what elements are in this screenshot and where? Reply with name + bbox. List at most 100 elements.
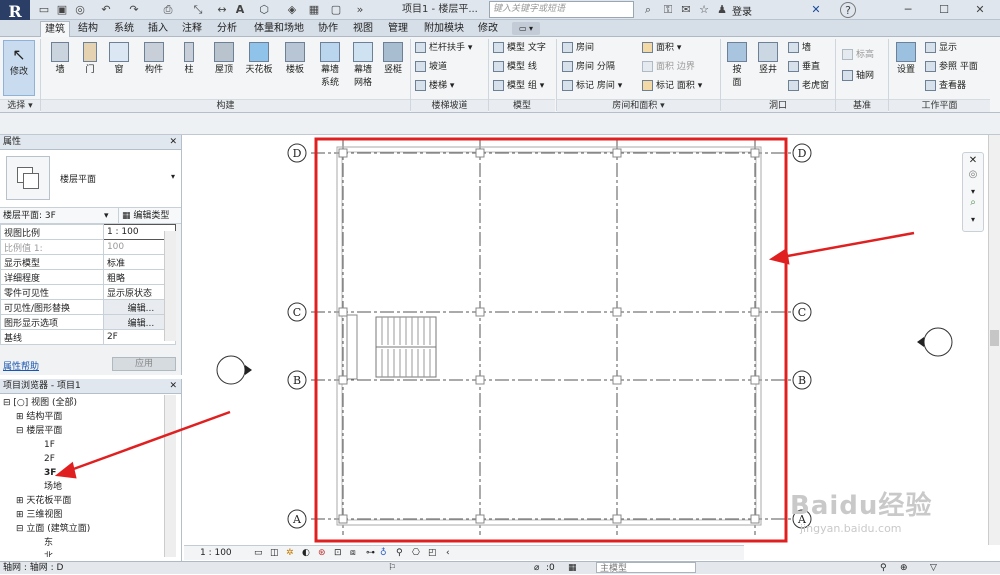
column[interactable] [750, 148, 760, 158]
temp-hide-icon[interactable]: ♁ [380, 546, 387, 560]
instance-filter[interactable]: 楼层平面: 3F ▾ ▦ 编辑类型 [0, 208, 181, 224]
tab-annotate[interactable]: 注释 [182, 21, 202, 37]
unlock-3d-icon[interactable]: ⊶ [366, 546, 375, 560]
properties-scrollbar[interactable] [164, 231, 176, 341]
zoom-dropdown-icon[interactable]: ▾ [963, 215, 983, 225]
elevation-marker-east[interactable] [917, 327, 953, 357]
tab-overflow-toggle[interactable]: ▭ ▾ [512, 22, 540, 35]
stair[interactable] [375, 316, 437, 378]
save-icon[interactable]: ▣ [54, 2, 70, 18]
exchange-icon[interactable]: ✉ [678, 2, 694, 18]
thin-lines-icon[interactable]: ▦ [306, 2, 322, 18]
stair-button[interactable]: 楼梯 ▾ [415, 77, 454, 95]
wall-opening-button[interactable]: 墙 [788, 39, 811, 57]
column[interactable] [750, 307, 760, 317]
vertical-opening-button[interactable]: 垂直 [788, 58, 820, 76]
set-workplane-button[interactable]: 设置 [893, 42, 919, 75]
column[interactable] [612, 514, 622, 524]
column[interactable] [612, 307, 622, 317]
model-line-button[interactable]: 模型 线 [493, 58, 537, 76]
wall-segment[interactable] [346, 314, 358, 380]
ref-plane-button[interactable]: 参照 平面 [925, 58, 978, 76]
detail-level-icon[interactable]: ▭ [254, 546, 263, 560]
dimension-icon[interactable]: ↔ [214, 2, 230, 18]
column[interactable] [475, 514, 485, 524]
tab-analyze[interactable]: 分析 [217, 21, 237, 37]
wheel-dropdown-icon[interactable]: ▾ [963, 187, 983, 197]
by-face-button[interactable]: 按 面 [724, 42, 750, 88]
binoculars-icon[interactable]: ⌕ [640, 2, 656, 18]
crop-region-icon[interactable]: ⧈ [350, 546, 356, 560]
tab-addins[interactable]: 附加模块 [424, 21, 464, 37]
reveal-hidden-icon[interactable]: ⚲ [396, 546, 403, 560]
apply-button[interactable]: 应用 [112, 357, 176, 371]
show-rendering-icon[interactable]: ⊛ [318, 546, 326, 560]
tree-item-3d-views[interactable]: ⊞ 三维视图 [0, 508, 181, 522]
nav-close-icon[interactable]: ✕ [963, 153, 983, 169]
tree-item-site[interactable]: 场地 [0, 480, 181, 494]
steering-wheel-icon[interactable]: ◎ [963, 169, 983, 187]
open-icon[interactable]: ▭ [36, 2, 52, 18]
shadows-icon[interactable]: ◐ [302, 546, 310, 560]
maximize-button[interactable]: ☐ [936, 2, 952, 18]
show-workplane-button[interactable]: 显示 [925, 39, 957, 57]
grid-button[interactable]: 轴网 [842, 67, 874, 85]
qat-more-icon[interactable]: » [352, 2, 368, 18]
wall-button[interactable]: 墙 [46, 42, 74, 75]
railing-button[interactable]: 栏杆扶手 ▾ [415, 39, 472, 57]
zoom-region-icon[interactable]: ⌕ [963, 197, 983, 215]
search-input[interactable]: 键入关键字或短语 [489, 1, 634, 18]
properties-help-link[interactable]: 属性帮助 [3, 359, 39, 372]
column[interactable] [750, 375, 760, 385]
sync-icon[interactable]: ◎ [72, 2, 88, 18]
column[interactable] [475, 375, 485, 385]
canvas-vertical-scrollbar[interactable] [988, 135, 1000, 545]
star-icon[interactable]: ☆ [696, 2, 712, 18]
window-button[interactable]: 窗 [106, 42, 132, 75]
roof-button[interactable]: 屋顶 [210, 42, 238, 75]
component-button[interactable]: 构件 [140, 42, 168, 75]
area-boundary-button[interactable]: 面积 边界 [642, 58, 695, 76]
modify-button[interactable]: ↖ 修改 [3, 40, 35, 96]
model-group-button[interactable]: 模型 组 ▾ [493, 77, 544, 95]
tab-collaborate[interactable]: 协作 [318, 21, 338, 37]
dropdown-arrow-icon[interactable]: ▾ [171, 172, 175, 181]
door-button[interactable]: 门 [78, 42, 102, 75]
tab-massing[interactable]: 体量和场地 [254, 21, 304, 37]
tab-view[interactable]: 视图 [353, 21, 373, 37]
type-selector[interactable]: 楼层平面 ▾ [0, 150, 181, 208]
undo-icon[interactable]: ↶ [98, 2, 114, 18]
column-button[interactable]: 柱 [178, 42, 200, 75]
close-browser-icon[interactable]: ✕ [169, 379, 181, 394]
column[interactable] [338, 375, 348, 385]
column[interactable] [338, 307, 348, 317]
tab-modify[interactable]: 修改 [478, 21, 498, 37]
viewer-button[interactable]: 查看器 [925, 77, 966, 95]
mullion-button[interactable]: 竖梃 [380, 42, 406, 75]
area-button[interactable]: 面积 ▾ [642, 39, 681, 57]
worksets-icon[interactable]: ⚐ [388, 562, 396, 574]
drawing-canvas[interactable]: D D C C B B A A [184, 135, 988, 545]
design-option-select[interactable]: 主模型 [596, 562, 696, 574]
edit-type-button[interactable]: ▦ 编辑类型 [118, 208, 169, 224]
column[interactable] [612, 375, 622, 385]
select-pinned-icon[interactable]: ⊕ [900, 562, 908, 574]
room-button[interactable]: 房间 [562, 39, 594, 57]
redo-icon[interactable]: ↷ [126, 2, 142, 18]
select-links-icon[interactable]: ⚲ [880, 562, 887, 574]
analytical-model-icon[interactable]: ◰ [428, 546, 437, 560]
tag-room-button[interactable]: 标记 房间 ▾ [562, 77, 622, 95]
tag-area-button[interactable]: 标记 面积 ▾ [642, 77, 702, 95]
subscription-icon[interactable]: ⚿ [660, 2, 676, 18]
3d-view-icon[interactable]: ⬡ [256, 2, 272, 18]
room-area-panel-label[interactable]: 房间和面积 ▾ [557, 99, 720, 112]
tree-item-east[interactable]: 东 [0, 536, 181, 550]
ramp-button[interactable]: 坡道 [415, 58, 447, 76]
view-scale-button[interactable]: 1 : 100 [200, 546, 232, 560]
column[interactable] [338, 514, 348, 524]
column[interactable] [475, 148, 485, 158]
tree-item-elevations[interactable]: ⊟ 立面 (建筑立面) [0, 522, 181, 536]
shaft-button[interactable]: 竖井 [755, 42, 781, 75]
elevation-marker-west[interactable] [216, 355, 252, 385]
help-button[interactable]: ? [840, 2, 856, 18]
